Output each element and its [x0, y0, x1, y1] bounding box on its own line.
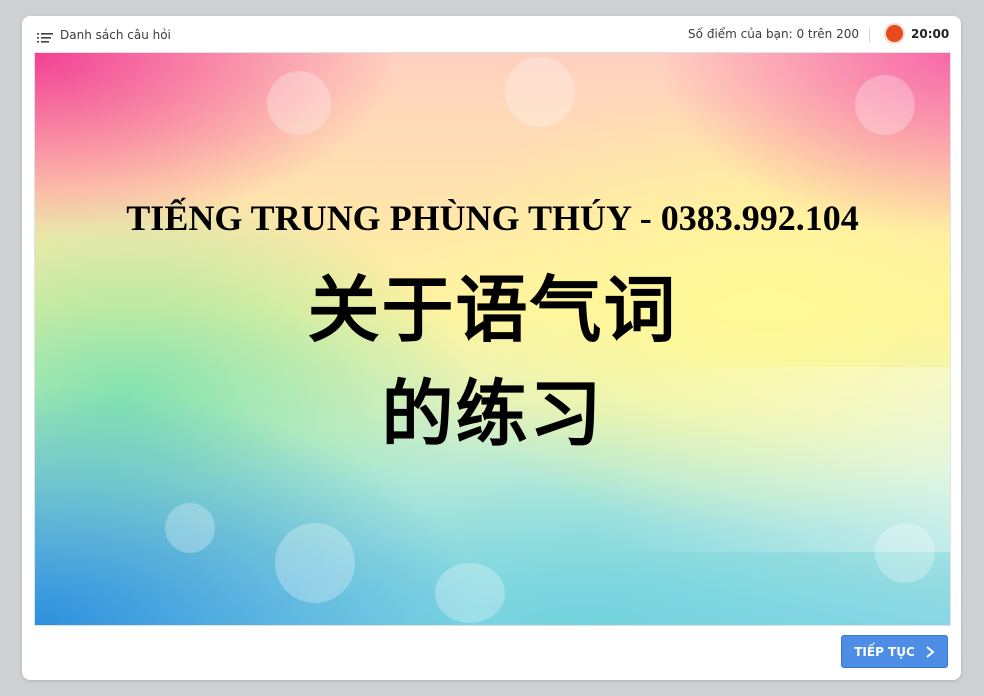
- bokeh-decoration: [165, 503, 215, 553]
- next-button-label: TIẾP TỤC: [854, 644, 915, 659]
- score-text: Số điểm của bạn: 0 trên 200: [688, 27, 859, 41]
- chevron-right-icon: [925, 645, 935, 658]
- bokeh-decoration: [855, 75, 915, 135]
- slide-title-line-2: 的练习: [381, 371, 604, 456]
- bokeh-decoration: [267, 71, 331, 135]
- next-button[interactable]: TIẾP TỤC: [841, 635, 948, 668]
- quiz-window: Danh sách câu hỏi Số điểm của bạn: 0 trê…: [22, 16, 961, 680]
- question-list-button[interactable]: Danh sách câu hỏi: [37, 26, 171, 44]
- bokeh-decoration: [435, 563, 505, 623]
- slide-content: TIẾNG TRUNG PHÙNG THÚY - 0383.992.104 关于…: [34, 52, 951, 626]
- divider: [869, 27, 870, 42]
- question-list-label: Danh sách câu hỏi: [60, 28, 171, 42]
- bokeh-decoration: [275, 523, 355, 603]
- timer-text: 20:00: [911, 27, 950, 41]
- list-icon: [37, 29, 53, 43]
- slide-title-line-1: 关于语气词: [307, 267, 678, 352]
- top-bar: Danh sách câu hỏi Số điểm của bạn: 0 trê…: [22, 16, 961, 52]
- timer-indicator-icon: [886, 25, 903, 42]
- bokeh-decoration: [505, 57, 575, 127]
- slide-heading: TIẾNG TRUNG PHÙNG THÚY - 0383.992.104: [126, 198, 859, 238]
